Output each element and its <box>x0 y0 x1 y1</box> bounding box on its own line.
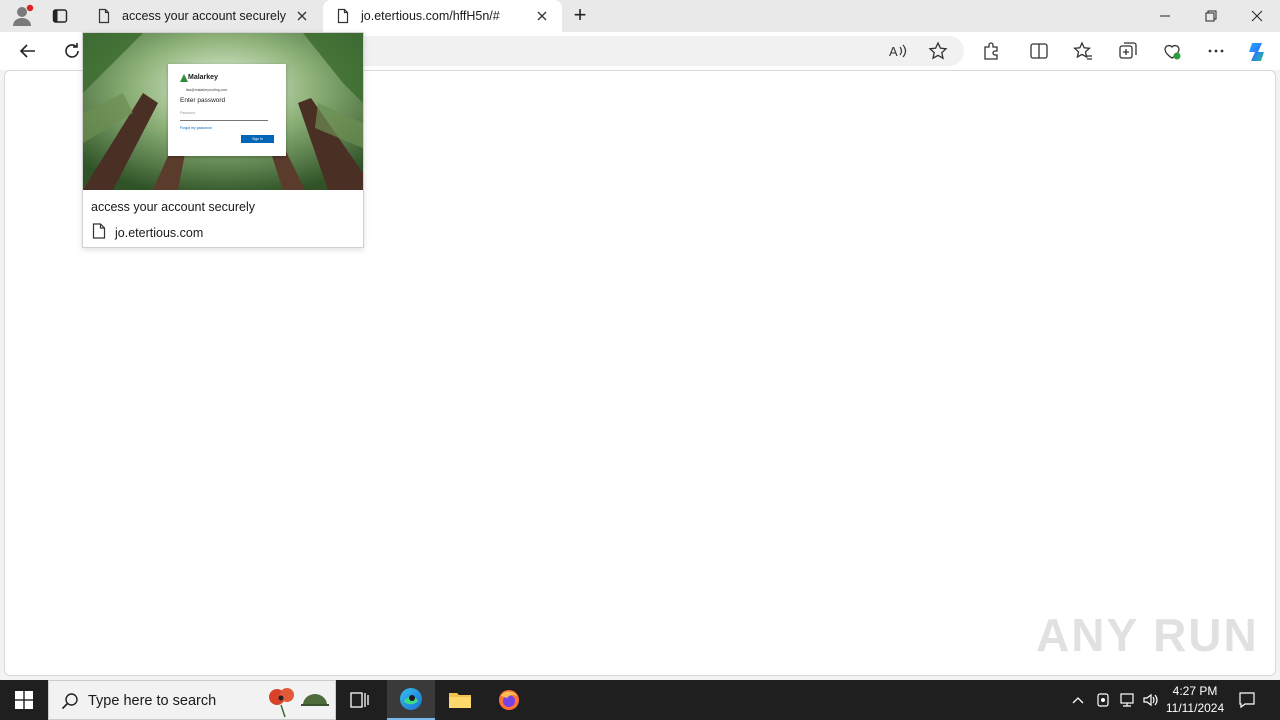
favorite-star-icon[interactable] <box>928 41 948 61</box>
notification-icon[interactable] <box>1238 691 1256 709</box>
firefox-button[interactable] <box>485 680 533 720</box>
thumbnail-brand: Malarkey <box>188 74 218 81</box>
taskbar: Type here to search 4:27 PM 11/11/2024 <box>0 680 1280 720</box>
back-arrow-icon[interactable] <box>18 41 38 61</box>
collections-icon[interactable] <box>1118 41 1138 61</box>
meet-now-icon[interactable] <box>1096 692 1110 708</box>
taskbar-search-box[interactable]: Type here to search <box>48 680 336 720</box>
restore-button[interactable] <box>1188 0 1234 32</box>
more-options-icon[interactable] <box>1206 41 1226 61</box>
search-placeholder: Type here to search <box>88 693 217 709</box>
new-tab-button[interactable]: + <box>568 2 592 27</box>
tab-title: jo.etertious.com/hffH5n/# <box>361 9 500 23</box>
thumbnail-password-field: Password <box>180 111 268 121</box>
network-icon[interactable] <box>1119 692 1135 708</box>
minimize-icon <box>1160 15 1170 17</box>
edge-icon <box>400 688 422 710</box>
volume-icon[interactable] <box>1142 692 1160 708</box>
anyrun-watermark: ANY RUN <box>1036 609 1259 661</box>
close-tab-icon[interactable] <box>294 8 310 24</box>
thumbnail-sign-in-button: Sign in <box>241 135 274 143</box>
close-icon <box>1251 10 1263 22</box>
hover-card-url: jo.etertious.com <box>115 226 204 240</box>
clock-date[interactable]: 11/11/2024 <box>1160 701 1230 715</box>
chevron-up-icon[interactable] <box>1071 693 1085 707</box>
tab-access-account[interactable]: access your account securely <box>84 0 322 32</box>
tab-etertious[interactable]: jo.etertious.com/hffH5n/# <box>323 0 562 32</box>
plus-icon: + <box>573 2 587 27</box>
hover-card-title: access your account securely <box>91 200 255 214</box>
tab-title: access your account securely <box>122 9 286 23</box>
thumbnail-forgot-link: Forgot my password <box>180 126 212 130</box>
start-button[interactable] <box>0 680 48 720</box>
tab-actions-icon[interactable] <box>52 8 68 24</box>
clock-time[interactable]: 4:27 PM <box>1164 684 1226 698</box>
folder-icon <box>449 693 471 708</box>
close-tab-icon[interactable] <box>534 8 550 24</box>
profile-avatar[interactable] <box>10 4 34 28</box>
thumbnail-heading: Enter password <box>180 97 226 104</box>
tab-strip: access your account securely jo.etertiou… <box>0 0 1280 32</box>
search-icon <box>61 693 78 710</box>
restore-icon <box>1205 10 1217 22</box>
refresh-icon[interactable] <box>62 41 82 61</box>
windows-logo-icon <box>15 691 33 709</box>
split-screen-icon[interactable] <box>1029 41 1049 61</box>
favorites-icon[interactable] <box>1073 41 1093 61</box>
read-aloud-icon[interactable]: A <box>888 41 908 61</box>
page-icon <box>98 8 110 24</box>
svg-text:A: A <box>889 44 898 59</box>
task-view-icon <box>350 692 369 708</box>
browser-essentials-icon[interactable] <box>1162 41 1182 61</box>
copilot-icon[interactable] <box>1245 39 1271 65</box>
brand-logo-icon <box>180 74 188 82</box>
page-icon <box>92 223 106 239</box>
extensions-icon[interactable] <box>981 41 1001 61</box>
close-window-button[interactable] <box>1234 0 1280 32</box>
page-icon <box>337 8 349 24</box>
thumbnail-login-box: Malarkey lisa@malarkeyroofing.com Enter … <box>168 64 286 156</box>
firefox-icon <box>499 690 519 710</box>
search-highlight-decoration-icon <box>269 688 329 718</box>
minimize-button[interactable] <box>1142 0 1188 32</box>
edge-taskbar-button[interactable] <box>387 680 435 720</box>
thumbnail-email: lisa@malarkeyroofing.com <box>186 88 228 92</box>
task-view-button[interactable] <box>336 680 384 720</box>
tab-hover-card: Malarkey lisa@malarkeyroofing.com Enter … <box>82 32 364 248</box>
file-explorer-button[interactable] <box>436 680 484 720</box>
